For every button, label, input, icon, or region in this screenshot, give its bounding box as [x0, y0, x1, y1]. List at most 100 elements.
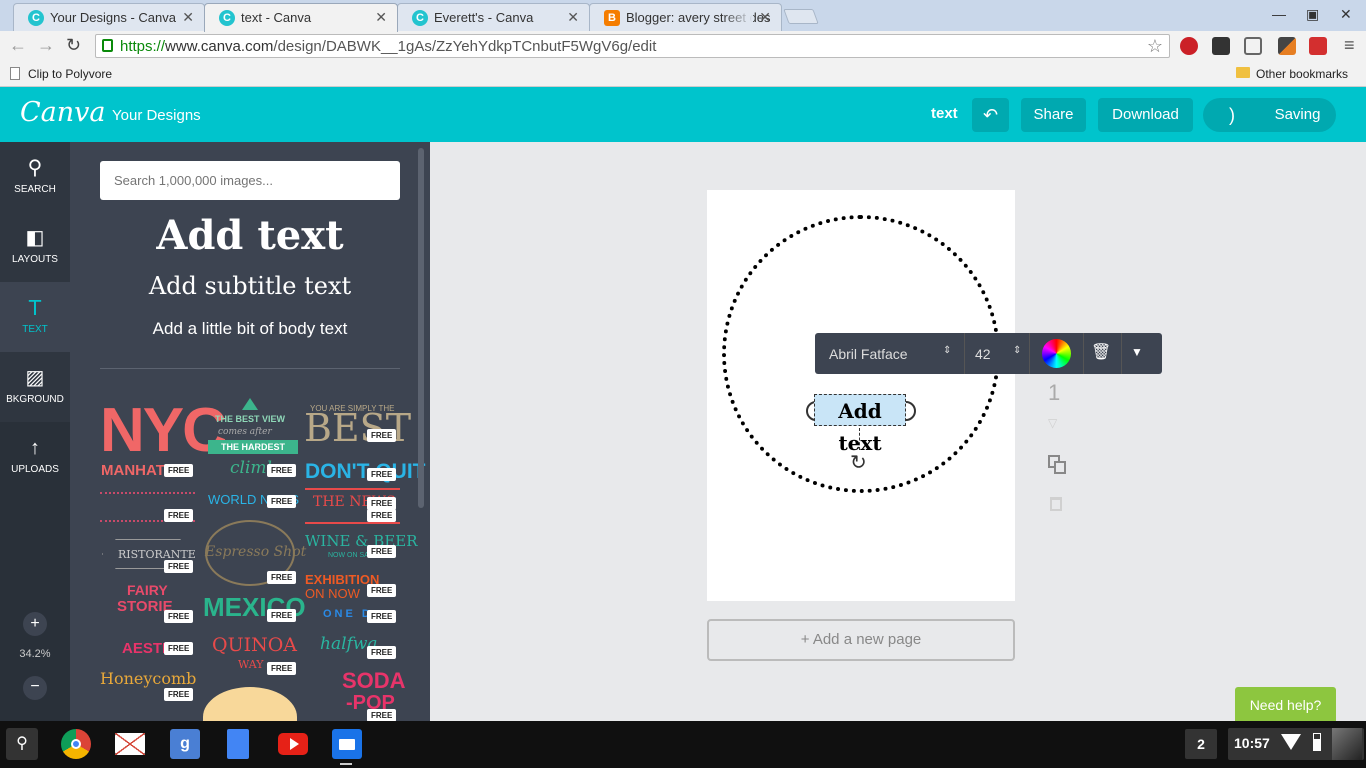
close-icon[interactable]: ✕ [182, 9, 194, 26]
template-one-direction[interactable]: ONE D [323, 608, 373, 620]
free-badge: FREE [367, 545, 397, 558]
back-icon[interactable]: ← [9, 35, 27, 56]
template-wine-beer[interactable]: WINE & BEER [305, 532, 418, 550]
close-icon[interactable]: ✕ [567, 9, 579, 26]
clock: 10:57 [1234, 735, 1270, 751]
pinterest-icon[interactable] [1180, 37, 1198, 55]
notification-count[interactable]: 2 [1185, 729, 1217, 759]
font-size-select[interactable]: 42 ⇕ [965, 333, 1030, 374]
updown-icon: ⇕ [943, 345, 952, 356]
page-number: 1 [1048, 380, 1061, 405]
reload-icon[interactable]: ↻ [66, 35, 81, 56]
text-toolbar: Abril Fatface ⇕ 42 ⇕ 🗑 ▼ [815, 333, 1162, 374]
free-badge: FREE [367, 429, 397, 442]
folder-icon [1236, 67, 1250, 78]
download-button[interactable]: Download [1098, 98, 1193, 132]
tab-text-canva[interactable]: C text - Canva ✕ [204, 3, 398, 32]
background-icon: ▨ [25, 367, 45, 389]
free-badge: FREE [164, 464, 194, 477]
page-icon [10, 67, 20, 80]
delete-page-icon[interactable] [1050, 497, 1062, 511]
tab-strip: C Your Designs - Canva ✕ C text - Canva … [0, 0, 1366, 32]
template-manhattan: MANHAT [101, 462, 165, 479]
add-subheading[interactable]: Add subtitle text [100, 272, 400, 300]
free-badge: FREE [164, 560, 194, 573]
google-search-app-icon[interactable]: g [170, 729, 200, 759]
your-designs-link[interactable]: Your Designs [112, 107, 201, 124]
maximize-icon[interactable]: ▣ [1306, 6, 1319, 23]
lastpass-icon[interactable] [1309, 37, 1327, 55]
tab-your-designs[interactable]: C Your Designs - Canva ✕ [13, 3, 205, 31]
template-best-view[interactable]: THE BEST VIEW [215, 414, 285, 424]
move-down-icon[interactable]: ▽ [1048, 416, 1057, 430]
bookmarks-bar: Clip to Polyvore Other bookmarks [0, 61, 1366, 87]
add-body-text[interactable]: Add a little bit of body text [100, 319, 400, 339]
rail-text[interactable]: T TEXT [0, 282, 70, 352]
free-badge: FREE [367, 468, 397, 481]
tab-title: text - Canva [241, 10, 312, 25]
chevron-down-icon[interactable]: ▼ [1131, 345, 1143, 359]
saving-status: ) Saving [1203, 98, 1336, 132]
launcher-search-icon[interactable]: ⚲ [6, 728, 38, 760]
template-best[interactable]: BEST [304, 406, 411, 450]
minimize-icon[interactable]: — [1272, 6, 1286, 22]
canva-header: Canva Your Designs text ↶ Share Download… [0, 87, 1366, 142]
color-wheel-icon[interactable] [1042, 339, 1071, 368]
buffer-icon[interactable] [1212, 37, 1230, 55]
tab-title: Everett's - Canva [434, 10, 534, 25]
rail-background[interactable]: ▨ BKGROUND [0, 352, 70, 422]
template-quinoa[interactable]: QUINOA [212, 634, 297, 656]
spinner-icon: ) [1229, 105, 1235, 125]
share-button[interactable]: Share [1021, 98, 1086, 132]
eyedropper-icon[interactable] [1278, 37, 1296, 55]
panel-scrollbar[interactable] [418, 148, 424, 508]
zoom-out-button[interactable]: − [23, 676, 47, 700]
image-search-input[interactable] [100, 161, 400, 200]
rail-search[interactable]: ⚲ SEARCH [0, 142, 70, 212]
font-family-select[interactable]: Abril Fatface ⇕ [815, 333, 965, 374]
user-avatar[interactable] [1332, 728, 1362, 760]
tab-everetts[interactable]: C Everett's - Canva ✕ [397, 3, 590, 31]
template-dont-quit[interactable]: DON'T QUIT [305, 460, 425, 484]
new-tab-button[interactable] [783, 9, 819, 24]
rail-layouts[interactable]: ◧ LAYOUTS [0, 212, 70, 282]
address-bar[interactable]: https://www.canva.com/design/DABWK__1gAs… [95, 34, 1170, 58]
forward-icon[interactable]: → [37, 35, 55, 56]
canva-favicon: C [412, 10, 428, 26]
canva-logo[interactable]: Canva [20, 97, 106, 128]
bookmark-star-icon[interactable]: ☆ [1147, 36, 1163, 57]
template-espresso[interactable]: Espresso Shot [205, 544, 306, 560]
tab-blogger[interactable]: B Blogger: avery street des ✕ [589, 3, 782, 31]
rail-uploads[interactable]: ↑ UPLOADS [0, 422, 70, 492]
need-help-button[interactable]: Need help? [1235, 687, 1336, 723]
template-fairy[interactable]: FAIRY [127, 582, 168, 598]
free-badge: FREE [164, 688, 194, 701]
template-circle-badge[interactable] [203, 687, 297, 721]
close-icon[interactable]: ✕ [375, 9, 387, 26]
template-honeycomb[interactable]: Honeycomb [100, 669, 196, 688]
window-close-icon[interactable]: ✕ [1340, 6, 1352, 23]
free-badge: FREE [267, 464, 297, 477]
menu-icon[interactable]: ≡ [1344, 35, 1355, 56]
divider [100, 368, 400, 369]
docs-app-icon[interactable] [227, 729, 249, 759]
undo-button[interactable]: ↶ [972, 98, 1009, 132]
template-soda-pop[interactable]: SODA [342, 670, 406, 692]
close-icon[interactable]: ✕ [759, 9, 771, 26]
document-title[interactable]: text [931, 105, 958, 122]
template-nyc[interactable]: NYC [100, 395, 227, 466]
add-heading[interactable]: Add text [100, 212, 400, 259]
trash-icon[interactable]: 🗑 [1091, 342, 1111, 362]
bookmark-clip-to-polyvore[interactable]: Clip to Polyvore [28, 67, 112, 81]
upload-icon: ↑ [30, 437, 40, 459]
selected-text-element[interactable]: Add text [814, 394, 906, 455]
search-icon: ⚲ [27, 157, 43, 179]
cast-icon[interactable] [1244, 37, 1262, 55]
add-page-button[interactable]: + Add a new page [707, 619, 1015, 661]
zoom-in-button[interactable]: + [23, 612, 47, 636]
other-bookmarks[interactable]: Other bookmarks [1256, 67, 1348, 81]
canva-favicon: C [28, 10, 44, 26]
rotate-handle-icon[interactable]: ↻ [850, 450, 867, 475]
browser-toolbar: ← → ↻ https://www.canva.com/design/DABWK… [0, 31, 1366, 61]
free-badge: FREE [367, 584, 397, 597]
